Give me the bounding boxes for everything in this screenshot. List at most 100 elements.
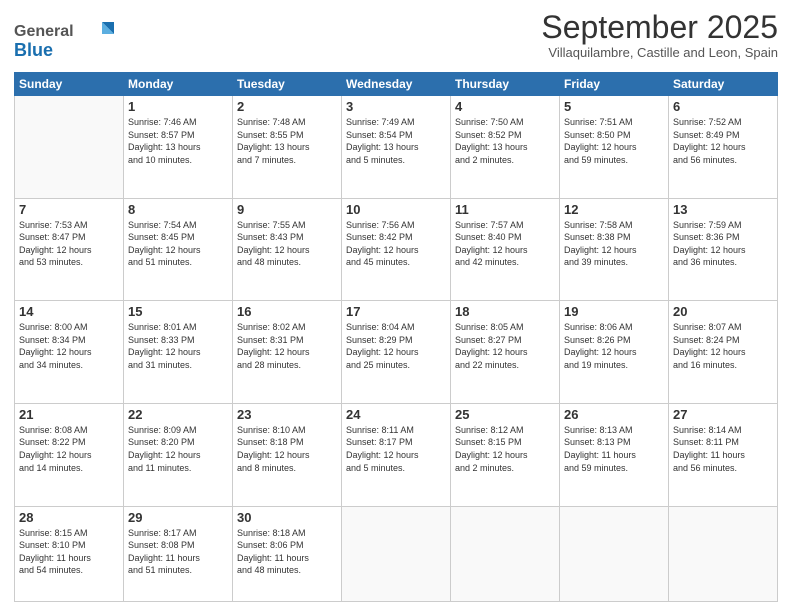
header: General Blue September 2025 Villaquilamb… (14, 10, 778, 66)
table-row: 9Sunrise: 7:55 AM Sunset: 8:43 PM Daylig… (233, 198, 342, 301)
day-number: 6 (673, 99, 773, 114)
table-row: 20 Sunrise: 8:07 AM Sunset: 8:24 PM Dayli… (669, 301, 778, 404)
table-row: 14 Sunrise: 8:00 AM Sunset: 8:34 PM Dayli… (15, 301, 124, 404)
col-friday: Friday (560, 73, 669, 96)
col-monday: Monday (124, 73, 233, 96)
table-row: 13Sunrise: 7:59 AM Sunset: 8:36 PM Dayli… (669, 198, 778, 301)
table-row: 28 Sunrise: 8:15 AM Sunset: 8:10 PM Dayli… (15, 506, 124, 602)
table-row: 11 Sunrise: 7:57 AM Sunset: 8:40 PM Dayli… (451, 198, 560, 301)
day-info: Sunrise: 8:06 AM Sunset: 8:26 PM Dayligh… (564, 321, 664, 371)
day-info: Sunrise: 7:54 AM Sunset: 8:45 PM Dayligh… (128, 219, 228, 269)
col-thursday: Thursday (451, 73, 560, 96)
table-row: 5 Sunrise: 7:51 AM Sunset: 8:50 PM Daylig… (560, 96, 669, 199)
day-number: 8 (128, 202, 228, 217)
day-info: Sunrise: 8:08 AM Sunset: 8:22 PM Dayligh… (19, 424, 119, 474)
page: General Blue September 2025 Villaquilamb… (0, 0, 792, 612)
table-row: 8 Sunrise: 7:54 AM Sunset: 8:45 PM Daylig… (124, 198, 233, 301)
table-row: 16Sunrise: 8:02 AM Sunset: 8:31 PM Dayli… (233, 301, 342, 404)
svg-text:Blue: Blue (14, 40, 53, 60)
day-info: Sunrise: 7:50 AM Sunset: 8:52 PM Dayligh… (455, 116, 555, 166)
day-number: 3 (346, 99, 446, 114)
col-saturday: Saturday (669, 73, 778, 96)
table-row: 19 Sunrise: 8:06 AM Sunset: 8:26 PM Dayli… (560, 301, 669, 404)
table-row: 17 Sunrise: 8:04 AM Sunset: 8:29 PM Dayli… (342, 301, 451, 404)
day-number: 1 (128, 99, 228, 114)
day-info: Sunrise: 8:05 AM Sunset: 8:27 PM Dayligh… (455, 321, 555, 371)
day-number: 26 (564, 407, 664, 422)
day-info: Sunrise: 7:56 AM Sunset: 8:42 PM Dayligh… (346, 219, 446, 269)
table-row (342, 506, 451, 602)
day-info: Sunrise: 7:58 AM Sunset: 8:38 PM Dayligh… (564, 219, 664, 269)
day-number: 9 (237, 202, 337, 217)
table-row (669, 506, 778, 602)
table-row: 21 Sunrise: 8:08 AM Sunset: 8:22 PM Dayli… (15, 403, 124, 506)
day-info: Sunrise: 7:48 AM Sunset: 8:55 PM Dayligh… (237, 116, 337, 166)
day-number: 30 (237, 510, 337, 525)
day-number: 18 (455, 304, 555, 319)
month-title: September 2025 (541, 10, 778, 45)
day-number: 5 (564, 99, 664, 114)
day-number: 25 (455, 407, 555, 422)
day-info: Sunrise: 8:11 AM Sunset: 8:17 PM Dayligh… (346, 424, 446, 474)
day-info: Sunrise: 8:13 AM Sunset: 8:13 PM Dayligh… (564, 424, 664, 474)
title-block: September 2025 Villaquilambre, Castille … (541, 10, 778, 60)
week-row-1: 1 Sunrise: 7:46 AM Sunset: 8:57 PM Daylig… (15, 96, 778, 199)
day-info: Sunrise: 8:07 AM Sunset: 8:24 PM Dayligh… (673, 321, 773, 371)
table-row: 26 Sunrise: 8:13 AM Sunset: 8:13 PM Dayli… (560, 403, 669, 506)
day-info: Sunrise: 8:02 AM Sunset: 8:31 PM Dayligh… (237, 321, 337, 371)
day-info: Sunrise: 8:18 AM Sunset: 8:06 PM Dayligh… (237, 527, 337, 577)
col-wednesday: Wednesday (342, 73, 451, 96)
table-row: 15Sunrise: 8:01 AM Sunset: 8:33 PM Dayli… (124, 301, 233, 404)
day-number: 21 (19, 407, 119, 422)
day-info: Sunrise: 8:00 AM Sunset: 8:34 PM Dayligh… (19, 321, 119, 371)
week-row-3: 14 Sunrise: 8:00 AM Sunset: 8:34 PM Dayli… (15, 301, 778, 404)
day-number: 7 (19, 202, 119, 217)
svg-text:General: General (14, 23, 74, 40)
week-row-5: 28 Sunrise: 8:15 AM Sunset: 8:10 PM Dayli… (15, 506, 778, 602)
day-number: 4 (455, 99, 555, 114)
day-number: 11 (455, 202, 555, 217)
day-number: 17 (346, 304, 446, 319)
day-number: 12 (564, 202, 664, 217)
week-row-2: 7 Sunrise: 7:53 AM Sunset: 8:47 PM Daylig… (15, 198, 778, 301)
day-number: 19 (564, 304, 664, 319)
day-number: 2 (237, 99, 337, 114)
table-row: 25 Sunrise: 8:12 AM Sunset: 8:15 PM Dayli… (451, 403, 560, 506)
day-number: 23 (237, 407, 337, 422)
day-info: Sunrise: 8:12 AM Sunset: 8:15 PM Dayligh… (455, 424, 555, 474)
day-number: 10 (346, 202, 446, 217)
day-info: Sunrise: 7:57 AM Sunset: 8:40 PM Dayligh… (455, 219, 555, 269)
logo-svg: General Blue (14, 14, 124, 66)
table-row: 7 Sunrise: 7:53 AM Sunset: 8:47 PM Daylig… (15, 198, 124, 301)
day-info: Sunrise: 8:04 AM Sunset: 8:29 PM Dayligh… (346, 321, 446, 371)
table-row: 27Sunrise: 8:14 AM Sunset: 8:11 PM Dayli… (669, 403, 778, 506)
day-info: Sunrise: 7:51 AM Sunset: 8:50 PM Dayligh… (564, 116, 664, 166)
day-number: 27 (673, 407, 773, 422)
table-row: 23 Sunrise: 8:10 AM Sunset: 8:18 PM Dayli… (233, 403, 342, 506)
day-number: 20 (673, 304, 773, 319)
logo: General Blue (14, 10, 124, 66)
table-row: 18 Sunrise: 8:05 AM Sunset: 8:27 PM Dayli… (451, 301, 560, 404)
day-number: 29 (128, 510, 228, 525)
day-info: Sunrise: 7:53 AM Sunset: 8:47 PM Dayligh… (19, 219, 119, 269)
day-number: 14 (19, 304, 119, 319)
day-info: Sunrise: 7:52 AM Sunset: 8:49 PM Dayligh… (673, 116, 773, 166)
table-row: 30 Sunrise: 8:18 AM Sunset: 8:06 PM Dayli… (233, 506, 342, 602)
day-info: Sunrise: 7:46 AM Sunset: 8:57 PM Dayligh… (128, 116, 228, 166)
table-row: 29 Sunrise: 8:17 AM Sunset: 8:08 PM Dayli… (124, 506, 233, 602)
table-row: 22Sunrise: 8:09 AM Sunset: 8:20 PM Dayli… (124, 403, 233, 506)
week-row-4: 21 Sunrise: 8:08 AM Sunset: 8:22 PM Dayli… (15, 403, 778, 506)
table-row: 4 Sunrise: 7:50 AM Sunset: 8:52 PM Daylig… (451, 96, 560, 199)
col-tuesday: Tuesday (233, 73, 342, 96)
table-row (15, 96, 124, 199)
table-row: 12 Sunrise: 7:58 AM Sunset: 8:38 PM Dayli… (560, 198, 669, 301)
table-row: 6 Sunrise: 7:52 AM Sunset: 8:49 PM Daylig… (669, 96, 778, 199)
table-row (451, 506, 560, 602)
day-info: Sunrise: 8:15 AM Sunset: 8:10 PM Dayligh… (19, 527, 119, 577)
col-sunday: Sunday (15, 73, 124, 96)
day-info: Sunrise: 8:01 AM Sunset: 8:33 PM Dayligh… (128, 321, 228, 371)
day-number: 28 (19, 510, 119, 525)
day-info: Sunrise: 8:17 AM Sunset: 8:08 PM Dayligh… (128, 527, 228, 577)
day-info: Sunrise: 8:10 AM Sunset: 8:18 PM Dayligh… (237, 424, 337, 474)
table-row: 1 Sunrise: 7:46 AM Sunset: 8:57 PM Daylig… (124, 96, 233, 199)
